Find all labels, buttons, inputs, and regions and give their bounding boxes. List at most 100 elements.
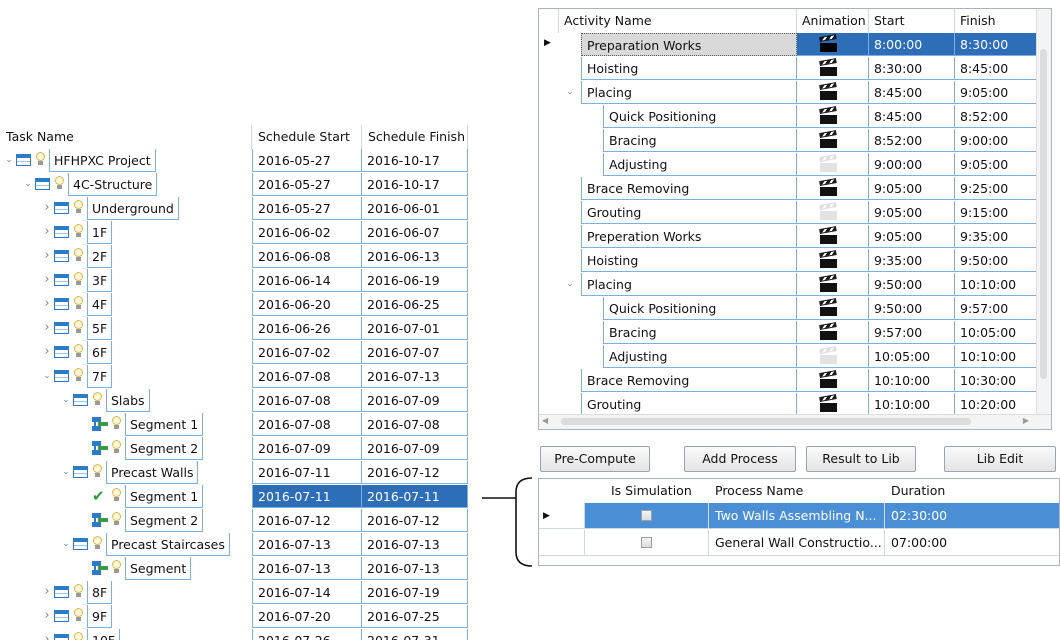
- schedule-finish-cell[interactable]: 2016-07-25: [362, 605, 468, 628]
- schedule-start-cell[interactable]: 2016-07-13: [252, 557, 362, 580]
- column-header-schedule-start[interactable]: Schedule Start: [252, 125, 362, 149]
- task-row[interactable]: › 5F 2016-06-26 2016-07-01: [0, 317, 470, 341]
- lightbulb-icon[interactable]: [111, 416, 122, 431]
- finish-time-cell[interactable]: 10:10:00: [955, 345, 1039, 368]
- task-row[interactable]: › 3F 2016-06-14 2016-06-19: [0, 269, 470, 293]
- activity-name-cell[interactable]: Grouting: [581, 201, 797, 224]
- activity-name-cell[interactable]: Brace Removing: [581, 369, 797, 392]
- lightbulb-icon[interactable]: [92, 392, 103, 407]
- activity-row[interactable]: Quick Positioning 9:50:00 9:57:00: [539, 297, 1039, 321]
- task-row[interactable]: › 2F 2016-06-08 2016-06-13: [0, 245, 470, 269]
- schedule-start-cell[interactable]: 2016-07-11: [252, 485, 362, 508]
- lightbulb-icon[interactable]: [73, 344, 84, 359]
- activity-name-cell[interactable]: Placing: [581, 81, 797, 104]
- schedule-start-cell[interactable]: 2016-07-14: [252, 581, 362, 604]
- lightbulb-icon[interactable]: [54, 176, 65, 191]
- schedule-finish-cell[interactable]: 2016-06-25: [362, 293, 468, 316]
- animation-cell[interactable]: [797, 177, 869, 200]
- schedule-finish-cell[interactable]: 2016-07-11: [362, 485, 468, 508]
- expand-toggle-icon[interactable]: ›: [42, 225, 52, 239]
- schedule-finish-cell[interactable]: 2016-07-19: [362, 581, 468, 604]
- lightbulb-icon[interactable]: [35, 152, 46, 167]
- task-row[interactable]: ✔ Segment 1 2016-07-11 2016-07-11: [0, 485, 470, 509]
- collapse-toggle-icon[interactable]: ⌄: [565, 277, 575, 291]
- simulation-checkbox[interactable]: [641, 510, 652, 521]
- animation-cell[interactable]: [797, 201, 869, 224]
- lightbulb-icon[interactable]: [73, 272, 84, 287]
- clapperboard-icon[interactable]: [819, 298, 837, 316]
- animation-cell[interactable]: [797, 345, 869, 368]
- lightbulb-icon[interactable]: [73, 632, 84, 640]
- clapperboard-icon[interactable]: [819, 130, 837, 148]
- activity-row[interactable]: Brace Removing 10:10:00 10:30:00: [539, 369, 1039, 393]
- expand-toggle-icon[interactable]: ›: [42, 633, 52, 640]
- schedule-start-cell[interactable]: 2016-07-08: [252, 365, 362, 388]
- activity-name-cell[interactable]: Grouting: [581, 393, 797, 416]
- activity-name-cell[interactable]: Bracing: [603, 321, 797, 344]
- lightbulb-icon[interactable]: [73, 584, 84, 599]
- activity-row[interactable]: Bracing 8:52:00 9:00:00: [539, 129, 1039, 153]
- start-time-cell[interactable]: 9:57:00: [869, 321, 955, 344]
- clapperboard-disabled-icon[interactable]: [819, 154, 837, 172]
- activity-name-cell[interactable]: Brace Removing: [581, 177, 797, 200]
- activity-row[interactable]: ⌄ Placing 9:50:00 10:10:00: [539, 273, 1039, 297]
- finish-time-cell[interactable]: 9:35:00: [955, 225, 1039, 248]
- clapperboard-icon[interactable]: [819, 82, 837, 100]
- lightbulb-icon[interactable]: [73, 200, 84, 215]
- task-row[interactable]: › Underground 2016-05-27 2016-06-01: [0, 197, 470, 221]
- animation-cell[interactable]: [797, 153, 869, 176]
- activity-name-cell[interactable]: Quick Positioning: [603, 297, 797, 320]
- activity-name-cell[interactable]: Preparation Works: [581, 33, 797, 56]
- activity-name-cell[interactable]: Hoisting: [581, 57, 797, 80]
- clapperboard-icon[interactable]: [819, 178, 837, 196]
- finish-time-cell[interactable]: 9:05:00: [955, 153, 1039, 176]
- activity-name-cell[interactable]: Preperation Works: [581, 225, 797, 248]
- finish-time-cell[interactable]: 9:57:00: [955, 297, 1039, 320]
- task-row[interactable]: ⌄ 7F 2016-07-08 2016-07-13: [0, 365, 470, 389]
- schedule-finish-cell[interactable]: 2016-07-09: [362, 437, 468, 460]
- start-time-cell[interactable]: 8:45:00: [869, 81, 955, 104]
- schedule-start-cell[interactable]: 2016-06-14: [252, 269, 362, 292]
- schedule-start-cell[interactable]: 2016-07-13: [252, 533, 362, 556]
- column-header-is-simulation[interactable]: Is Simulation: [605, 479, 705, 503]
- is-simulation-cell[interactable]: [585, 503, 709, 529]
- activity-row[interactable]: Quick Positioning 8:45:00 8:52:00: [539, 105, 1039, 129]
- lightbulb-icon[interactable]: [73, 296, 84, 311]
- lightbulb-icon[interactable]: [111, 488, 122, 503]
- result-to-lib-button[interactable]: Result to Lib: [806, 446, 916, 472]
- clapperboard-icon[interactable]: [819, 322, 837, 340]
- expand-toggle-icon[interactable]: ›: [42, 345, 52, 359]
- column-header-animation[interactable]: Animation: [797, 9, 869, 33]
- collapse-toggle-icon[interactable]: ⌄: [61, 393, 71, 407]
- duration-cell[interactable]: 02:30:00: [885, 503, 1059, 529]
- task-row[interactable]: › 6F 2016-07-02 2016-07-07: [0, 341, 470, 365]
- schedule-start-cell[interactable]: 2016-07-08: [252, 413, 362, 436]
- animation-cell[interactable]: [797, 393, 869, 416]
- clapperboard-icon[interactable]: [819, 370, 837, 388]
- clapperboard-icon[interactable]: [819, 34, 837, 52]
- expand-toggle-icon[interactable]: ›: [42, 321, 52, 335]
- animation-cell[interactable]: [797, 249, 869, 272]
- column-header-duration[interactable]: Duration: [885, 479, 985, 503]
- animation-cell[interactable]: [797, 81, 869, 104]
- activity-name-cell[interactable]: Placing: [581, 273, 797, 296]
- animation-cell[interactable]: [797, 129, 869, 152]
- activity-row[interactable]: Adjusting 10:05:00 10:10:00: [539, 345, 1039, 369]
- schedule-start-cell[interactable]: 2016-05-27: [252, 149, 362, 172]
- task-row[interactable]: ⌄ 4C-Structure 2016-05-27 2016-10-17: [0, 173, 470, 197]
- activity-row[interactable]: Bracing 9:57:00 10:05:00: [539, 321, 1039, 345]
- lightbulb-icon[interactable]: [73, 224, 84, 239]
- finish-time-cell[interactable]: 9:05:00: [955, 81, 1039, 104]
- activity-row[interactable]: ▶ Preparation Works 8:00:00 8:30:00: [539, 33, 1039, 57]
- clapperboard-disabled-icon[interactable]: [819, 202, 837, 220]
- column-header-activity-name[interactable]: Activity Name: [559, 9, 797, 33]
- collapse-toggle-icon[interactable]: ⌄: [61, 465, 71, 479]
- activity-row[interactable]: Hoisting 9:35:00 9:50:00: [539, 249, 1039, 273]
- activity-name-cell[interactable]: Quick Positioning: [603, 105, 797, 128]
- activity-row[interactable]: Adjusting 9:00:00 9:05:00: [539, 153, 1039, 177]
- activity-row[interactable]: Preperation Works 9:05:00 9:35:00: [539, 225, 1039, 249]
- expand-toggle-icon[interactable]: ›: [42, 273, 52, 287]
- vertical-scrollbar[interactable]: [1036, 9, 1051, 415]
- schedule-finish-cell[interactable]: 2016-07-13: [362, 533, 468, 556]
- simulation-checkbox[interactable]: [641, 537, 652, 548]
